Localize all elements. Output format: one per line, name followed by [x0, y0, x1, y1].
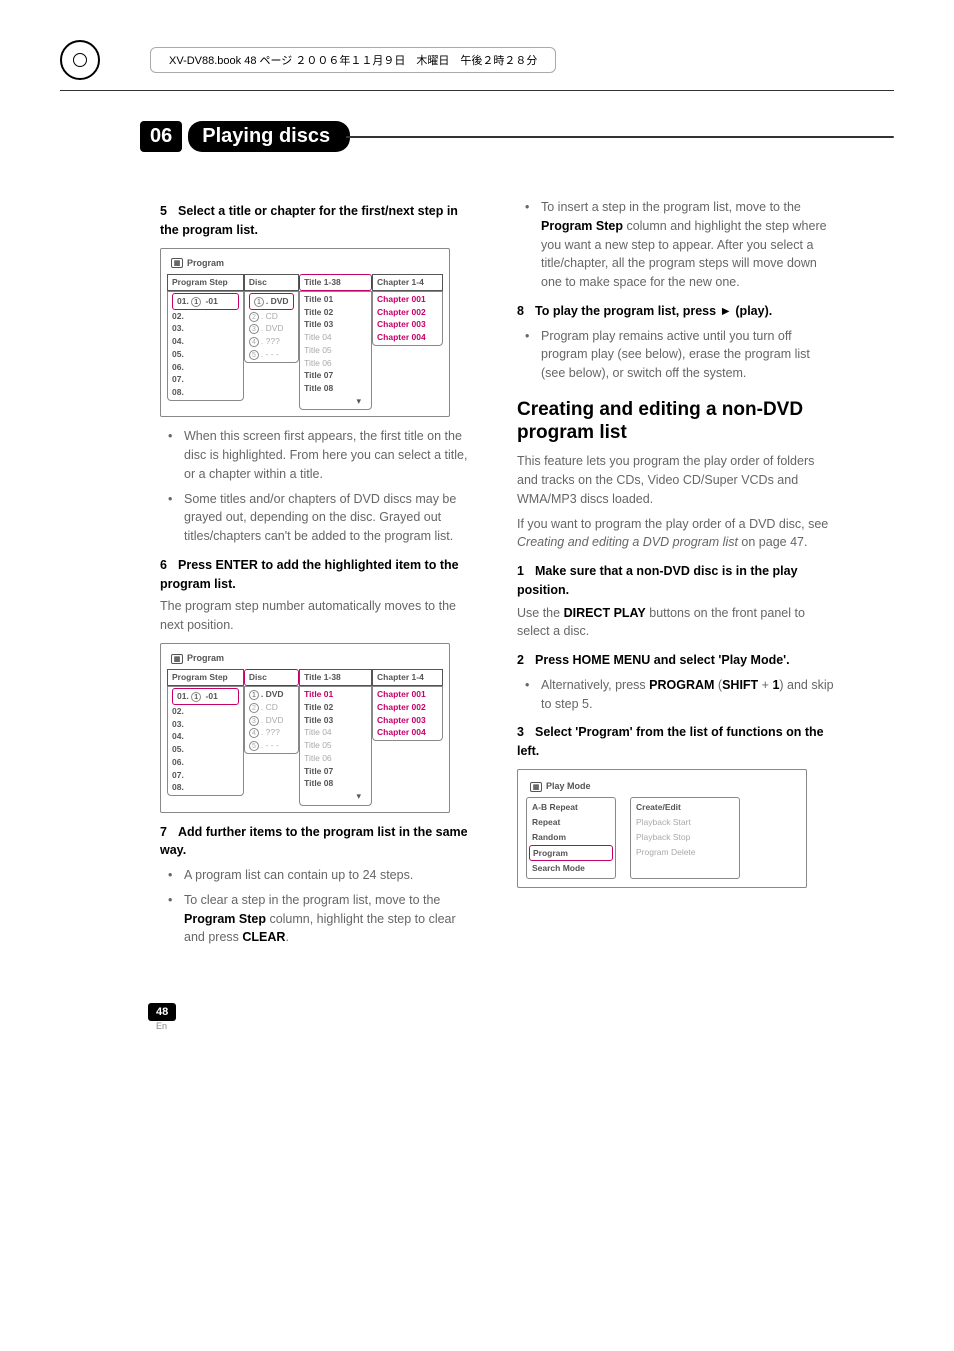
- step-1-body: Use the DIRECT PLAY buttons on the front…: [517, 604, 834, 642]
- chapter-header: 06 Playing discs: [140, 121, 894, 152]
- step-8-heading: 8To play the program list, press ► (play…: [517, 302, 834, 321]
- col-program-step: Program Step: [167, 274, 244, 291]
- step-7-heading: 7Add further items to the program list i…: [160, 823, 477, 861]
- page-lang: En: [156, 1021, 894, 1031]
- step-5-heading: 5Select a title or chapter for the first…: [160, 202, 477, 240]
- bullet-item: To insert a step in the program list, mo…: [531, 198, 834, 292]
- play-mode-box: ▦Play Mode A-B Repeat Repeat Random Prog…: [517, 769, 807, 888]
- page-number-badge: 48: [148, 1003, 176, 1021]
- bullet-item: Alternatively, press PROGRAM (SHIFT + 1)…: [531, 676, 834, 714]
- book-header-text: XV-DV88.book 48 ページ ２００６年１１月９日 木曜日 午後２時２…: [150, 47, 556, 73]
- print-header: XV-DV88.book 48 ページ ２００６年１１月９日 木曜日 午後２時２…: [60, 40, 894, 80]
- divider: [60, 90, 894, 91]
- ring-mark-icon: [60, 40, 100, 80]
- chapter-number: 06: [140, 121, 182, 152]
- program-table-1: ▦Program Program Step 01. 1 -01 02. 03. …: [160, 248, 450, 418]
- paragraph: If you want to program the play order of…: [517, 515, 834, 553]
- bullet-item: When this screen first appears, the firs…: [174, 427, 477, 483]
- right-column: To insert a step in the program list, mo…: [517, 192, 834, 953]
- program-table-2: ▦Program Program Step 01. 1 -01 02.03. 0…: [160, 643, 450, 813]
- left-column: 5Select a title or chapter for the first…: [160, 192, 477, 953]
- program-icon: ▦: [171, 258, 183, 268]
- program-icon: ▦: [171, 654, 183, 664]
- play-icon: ►: [720, 304, 732, 318]
- col-disc: Disc: [244, 274, 299, 291]
- chapter-title: Playing discs: [188, 121, 350, 152]
- step-2-heading: 2Press HOME MENU and select 'Play Mode'.: [517, 651, 834, 670]
- step-3-heading: 3Select 'Program' from the list of funct…: [517, 723, 834, 761]
- section-heading: Creating and editing a non-DVD program l…: [517, 399, 834, 445]
- paragraph: This feature lets you program the play o…: [517, 452, 834, 508]
- col-chapter: Chapter 1-4: [372, 274, 443, 291]
- playmode-icon: ▦: [530, 782, 542, 792]
- bullet-item: To clear a step in the program list, mov…: [174, 891, 477, 947]
- col-title: Title 1-38: [299, 274, 372, 291]
- bullet-item: A program list can contain up to 24 step…: [174, 866, 477, 885]
- bullet-item: Some titles and/or chapters of DVD discs…: [174, 490, 477, 546]
- bullet-item: Program play remains active until you tu…: [531, 327, 834, 383]
- step-6-body: The program step number automatically mo…: [160, 597, 477, 635]
- step-6-heading: 6Press ENTER to add the highlighted item…: [160, 556, 477, 594]
- step-1-heading: 1Make sure that a non-DVD disc is in the…: [517, 562, 834, 600]
